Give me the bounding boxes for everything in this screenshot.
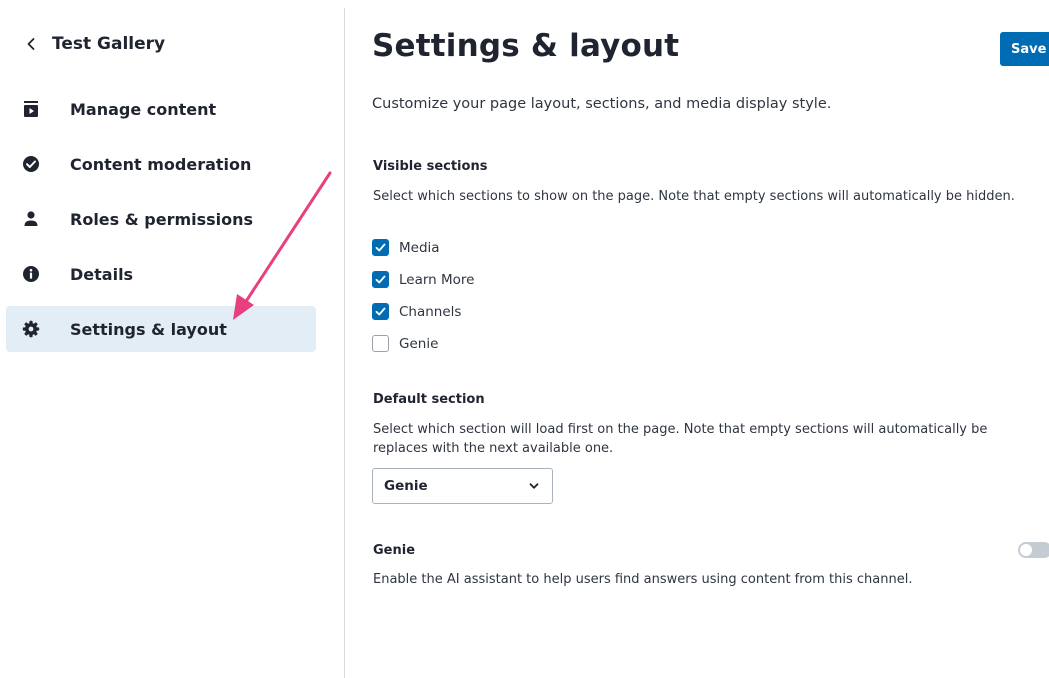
- genie-toggle[interactable]: [1018, 542, 1049, 558]
- checkbox-channels[interactable]: Channels: [372, 303, 461, 320]
- gear-icon: [21, 319, 41, 339]
- sidebar-divider: [344, 8, 345, 678]
- default-section-heading: Default section: [373, 392, 485, 407]
- sidebar-item-roles-permissions[interactable]: Roles & permissions: [6, 196, 316, 242]
- checkbox-box[interactable]: [372, 239, 389, 256]
- info-icon: [21, 264, 41, 284]
- sidebar: Test Gallery Manage content Content mode…: [0, 0, 344, 678]
- checkbox-learn-more[interactable]: Learn More: [372, 271, 475, 288]
- checkbox-label: Media: [399, 239, 440, 256]
- checkbox-box[interactable]: [372, 303, 389, 320]
- page-title: Settings & layout: [372, 28, 680, 64]
- sidebar-item-label: Content moderation: [70, 154, 252, 174]
- genie-heading: Genie: [373, 543, 416, 558]
- checkbox-label: Learn More: [399, 271, 475, 288]
- page-description: Customize your page layout, sections, an…: [372, 96, 832, 112]
- sidebar-nav: Manage content Content moderation Roles …: [6, 86, 316, 361]
- checkmark-icon: [375, 307, 386, 316]
- checkbox-box[interactable]: [372, 335, 389, 352]
- sidebar-item-label: Details: [70, 264, 134, 284]
- genie-description: Enable the AI assistant to help users fi…: [373, 572, 913, 587]
- checkmark-icon: [375, 243, 386, 252]
- toggle-knob: [1020, 544, 1032, 556]
- back-button[interactable]: Test Gallery: [24, 34, 165, 54]
- visible-sections-description: Select which sections to show on the pag…: [373, 189, 1015, 204]
- person-icon: [21, 209, 41, 229]
- sidebar-item-manage-content[interactable]: Manage content: [6, 86, 316, 132]
- visible-sections-heading: Visible sections: [373, 159, 488, 174]
- sidebar-item-content-moderation[interactable]: Content moderation: [6, 141, 316, 187]
- check-circle-icon: [21, 154, 41, 174]
- checkbox-genie[interactable]: Genie: [372, 335, 438, 352]
- gallery-title: Test Gallery: [52, 34, 166, 54]
- checkbox-media[interactable]: Media: [372, 239, 440, 256]
- select-value: Genie: [384, 478, 428, 494]
- checkbox-label: Channels: [399, 303, 462, 320]
- sidebar-item-label: Roles & permissions: [70, 209, 254, 229]
- sidebar-item-label: Settings & layout: [70, 319, 227, 339]
- default-section-select[interactable]: Genie: [372, 468, 553, 504]
- save-button[interactable]: Save: [1000, 32, 1049, 66]
- checkmark-icon: [375, 275, 386, 284]
- default-section-description: Select which section will load first on …: [373, 422, 988, 456]
- chevron-down-icon: [529, 483, 539, 489]
- sidebar-item-settings-layout[interactable]: Settings & layout: [6, 306, 316, 352]
- sidebar-item-label: Manage content: [70, 99, 217, 119]
- play-box-icon: [21, 99, 41, 119]
- settings-panel: Settings & layout Save Customize your pa…: [372, 0, 1049, 678]
- checkbox-label: Genie: [399, 335, 439, 352]
- app-window: Test Gallery Manage content Content mode…: [0, 0, 1049, 678]
- sidebar-item-details[interactable]: Details: [6, 251, 316, 297]
- chevron-left-icon: [27, 38, 35, 50]
- checkbox-box[interactable]: [372, 271, 389, 288]
